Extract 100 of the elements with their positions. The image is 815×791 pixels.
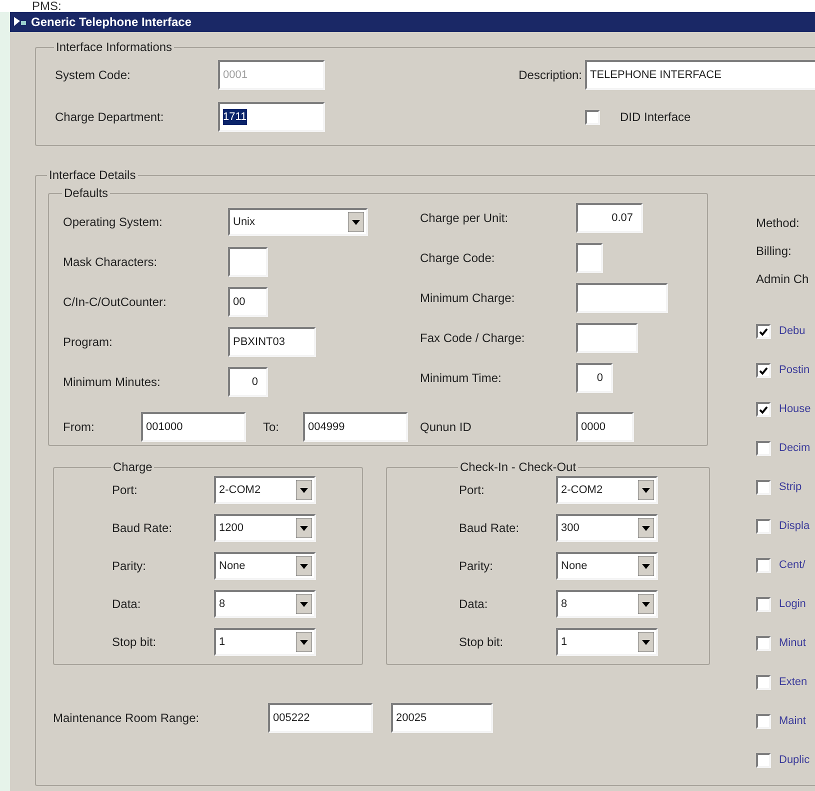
field-label: Qunun ID xyxy=(420,419,472,436)
group-title: Defaults xyxy=(63,185,110,202)
text-field[interactable]: 005222 xyxy=(268,703,373,733)
group-title: Check-In - Check-Out xyxy=(459,459,578,476)
field-label: Charge per Unit: xyxy=(420,210,510,227)
checkbox[interactable] xyxy=(756,441,771,456)
field-label: C/In-C/OutCounter: xyxy=(63,294,168,311)
text-field[interactable]: 001000 xyxy=(141,412,246,442)
checkbox[interactable] xyxy=(756,402,771,417)
checkbox-label: Login xyxy=(779,597,806,612)
field-label: Program: xyxy=(63,334,114,351)
check-icon xyxy=(759,406,768,414)
dropdown[interactable]: None xyxy=(556,552,658,580)
dropdown[interactable]: 2-COM2 xyxy=(214,476,316,504)
check-icon xyxy=(759,366,768,374)
checkbox[interactable] xyxy=(756,480,771,495)
field-label: Port: xyxy=(112,482,138,499)
field-label: Charge Code: xyxy=(420,250,496,267)
field-label: Data: xyxy=(112,596,142,613)
checkbox-label: Cent/ xyxy=(779,558,806,574)
checkbox[interactable] xyxy=(756,636,771,651)
field-label: Data: xyxy=(459,596,489,613)
dropdown[interactable]: 1 xyxy=(214,628,316,656)
dropdown[interactable]: 300 xyxy=(556,514,658,542)
field-label: Parity: xyxy=(112,558,148,575)
checkbox[interactable] xyxy=(756,714,771,729)
checkbox[interactable] xyxy=(756,363,771,378)
check-icon xyxy=(759,328,768,336)
dropdown[interactable]: 1 xyxy=(556,628,658,656)
checkbox[interactable] xyxy=(756,324,771,339)
field-label: Maintenance Room Range: xyxy=(53,710,200,727)
checkbox-label: Debu xyxy=(779,324,806,340)
dropdown-arrow-icon xyxy=(638,556,654,576)
option-label: Admin Ch xyxy=(756,271,809,288)
field-label: Stop bit: xyxy=(459,634,504,651)
dropdown-arrow-icon xyxy=(296,518,312,538)
field-label: Description: xyxy=(518,67,583,84)
field-label: Charge Department: xyxy=(55,109,165,126)
dropdown[interactable]: 8 xyxy=(214,590,316,618)
checkbox-label: Decim xyxy=(779,441,810,456)
dropdown-arrow-icon xyxy=(348,212,364,232)
text-field[interactable]: 00 xyxy=(228,287,268,317)
field-label: To: xyxy=(263,419,280,436)
dropdown-arrow-icon xyxy=(296,632,312,652)
option-label: Billing: xyxy=(756,243,792,260)
dropdown-arrow-icon xyxy=(638,518,654,538)
text-field[interactable] xyxy=(228,247,268,277)
text-field[interactable]: 004999 xyxy=(303,412,408,442)
dropdown[interactable]: 2-COM2 xyxy=(556,476,658,504)
checkbox-label: Strip xyxy=(779,480,802,496)
dropdown[interactable]: None xyxy=(214,552,316,580)
field-label: Minimum Minutes: xyxy=(63,374,162,391)
text-field[interactable] xyxy=(576,243,603,273)
field-label: Baud Rate: xyxy=(459,520,520,537)
dropdown-arrow-icon xyxy=(296,480,312,500)
number-field[interactable]: 0.07 xyxy=(576,203,643,233)
checkbox[interactable] xyxy=(756,558,771,573)
checkbox-label: Displa xyxy=(779,519,810,534)
text-field[interactable] xyxy=(576,283,668,313)
dropdown[interactable]: Unix xyxy=(228,208,368,236)
dropdown-arrow-icon xyxy=(638,632,654,652)
checkbox-label: Minut xyxy=(779,636,806,652)
checkbox[interactable] xyxy=(756,675,771,690)
field-label: Minimum Charge: xyxy=(420,290,516,307)
group-title: Charge xyxy=(112,459,154,476)
dropdown[interactable]: 1200 xyxy=(214,514,316,542)
option-label: Method: xyxy=(756,215,800,232)
field-label: Port: xyxy=(459,482,486,499)
checkbox-label: Maint xyxy=(779,714,806,730)
text-field[interactable]: 0000 xyxy=(576,412,634,442)
number-field[interactable]: 0 xyxy=(228,367,268,397)
dropdown-arrow-icon xyxy=(638,480,654,500)
field-label: Parity: xyxy=(459,558,494,575)
checkbox[interactable] xyxy=(756,519,771,534)
checkbox[interactable] xyxy=(756,753,771,768)
number-field[interactable]: 0 xyxy=(576,363,613,393)
dropdown-arrow-icon xyxy=(296,556,312,576)
field-label: Mask Characters: xyxy=(63,254,158,271)
checkbox-label: Duplic xyxy=(779,753,810,768)
window-title: Generic Telephone Interface xyxy=(31,14,192,31)
text-field[interactable]: PBXINT03 xyxy=(228,327,316,357)
field-label: Operating System: xyxy=(63,214,164,231)
page-heading: PMS: xyxy=(32,0,62,12)
text-field[interactable]: 20025 xyxy=(391,703,493,733)
field-label: Baud Rate: xyxy=(112,520,174,537)
dropdown-arrow-icon xyxy=(296,594,312,614)
dropdown[interactable]: 8 xyxy=(556,590,658,618)
dropdown-arrow-icon xyxy=(638,594,654,614)
text-field[interactable]: TELEPHONE INTERFACE xyxy=(585,60,815,90)
window-icon xyxy=(13,16,27,28)
group-title: Interface Informations xyxy=(55,39,174,56)
checkbox-label: House xyxy=(779,402,811,418)
checkbox-label: DID Interface xyxy=(620,109,691,126)
field-label: From: xyxy=(63,419,96,436)
field-label: System Code: xyxy=(55,67,132,84)
checkbox-label: Postin xyxy=(779,363,810,378)
text-field[interactable] xyxy=(576,323,638,353)
checkbox[interactable] xyxy=(585,110,600,124)
text-field[interactable]: 1711 xyxy=(218,102,325,132)
checkbox[interactable] xyxy=(756,597,771,612)
